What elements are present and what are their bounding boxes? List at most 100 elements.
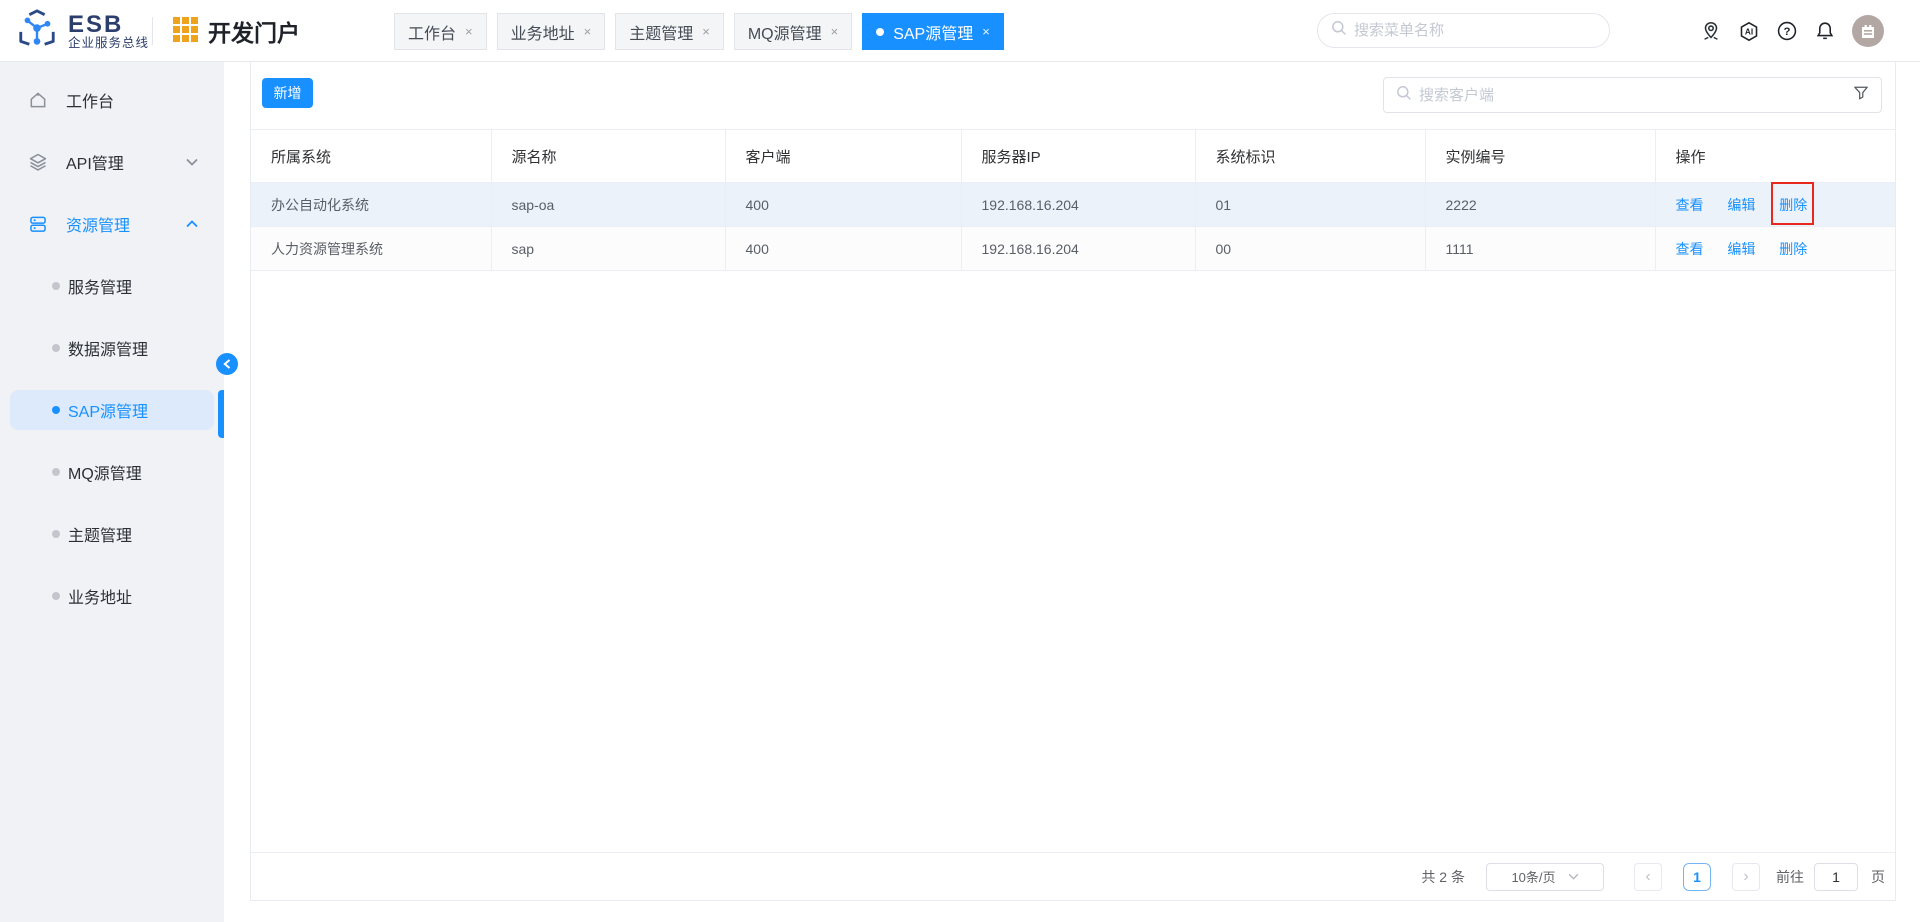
sap-source-table: 所属系统 源名称 客户端 服务器IP 系统标识 实例编号 操作 办公自动化系统 … — [251, 129, 1895, 271]
bullet-icon — [52, 282, 60, 290]
logo-title: ESB — [68, 12, 149, 37]
tab-close-icon[interactable]: × — [831, 24, 839, 39]
cell-system: 人力资源管理系统 — [251, 227, 491, 271]
portal-title: 开发门户 — [172, 0, 300, 62]
cell-instance-no: 2222 — [1425, 183, 1655, 227]
col-client: 客户端 — [725, 130, 961, 183]
tab-label: 主题管理 — [629, 20, 693, 44]
location-icon[interactable] — [1700, 20, 1722, 42]
cell-actions: 查看 编辑 删除 — [1655, 227, 1895, 271]
logo-subtitle: 企业服务总线 — [68, 37, 149, 50]
sidebar-item-workbench[interactable]: 工作台 — [10, 80, 214, 120]
sidebar-item-resource-management[interactable]: 资源管理 — [10, 204, 214, 244]
sidebar-item-api-management[interactable]: API管理 — [10, 142, 214, 182]
bullet-icon — [52, 468, 60, 476]
search-icon — [1396, 85, 1412, 106]
delete-link-label: 删除 — [1779, 197, 1807, 213]
goto-label: 前往 — [1776, 867, 1804, 887]
table-row: 人力资源管理系统 sap 400 192.168.16.204 00 1111 … — [251, 227, 1895, 271]
filter-icon[interactable] — [1853, 85, 1869, 106]
cell-system: 办公自动化系统 — [251, 183, 491, 227]
goto-page-input[interactable] — [1814, 863, 1858, 891]
app-logo: ESB 企业服务总线 — [16, 0, 149, 62]
sidebar-item-label: 业务地址 — [68, 584, 132, 608]
client-search-box[interactable] — [1383, 77, 1882, 113]
esb-network-icon — [16, 8, 58, 55]
layers-icon — [28, 152, 48, 172]
table-toolbar: 新增 — [251, 62, 1895, 129]
active-dot-icon — [876, 28, 884, 36]
tab-close-icon[interactable]: × — [702, 24, 710, 39]
next-page-button[interactable]: › — [1732, 863, 1760, 891]
sidebar-item-label: 数据源管理 — [68, 336, 148, 360]
prev-page-button[interactable]: ‹ — [1634, 863, 1662, 891]
cell-system-id: 01 — [1195, 183, 1425, 227]
chevron-up-icon — [186, 220, 198, 228]
bullet-icon — [52, 530, 60, 538]
tab-business-address[interactable]: 业务地址 × — [497, 13, 606, 50]
sidebar-collapse-button[interactable] — [216, 353, 238, 375]
delete-link[interactable]: 删除 — [1779, 241, 1807, 257]
tab-close-icon[interactable]: × — [465, 24, 473, 39]
sidebar-item-business-address[interactable]: 业务地址 — [10, 576, 214, 616]
bell-icon[interactable] — [1814, 20, 1836, 42]
svg-text:?: ? — [1784, 26, 1791, 38]
avatar[interactable] — [1852, 15, 1884, 47]
sidebar-item-label: 服务管理 — [68, 274, 132, 298]
client-search-input[interactable] — [1419, 87, 1846, 104]
cell-client: 400 — [725, 227, 961, 271]
total-count: 共 2 条 — [1421, 867, 1465, 887]
cell-server-ip: 192.168.16.204 — [961, 227, 1195, 271]
ai-icon[interactable]: AI — [1738, 20, 1760, 42]
menu-search-input[interactable] — [1354, 22, 1596, 39]
current-page-button[interactable]: 1 — [1683, 863, 1711, 891]
sidebar-item-topic-management[interactable]: 主题管理 — [10, 514, 214, 554]
open-tabs-bar: 工作台 × 业务地址 × 主题管理 × MQ源管理 × SAP源管理 × — [394, 13, 1004, 50]
table-header-row: 所属系统 源名称 客户端 服务器IP 系统标识 实例编号 操作 — [251, 130, 1895, 183]
grid-icon — [172, 16, 198, 47]
sidebar-item-service-management[interactable]: 服务管理 — [10, 266, 214, 306]
sidebar-item-sap-source-active[interactable]: SAP源管理 — [10, 390, 214, 430]
col-actions: 操作 — [1655, 130, 1895, 183]
home-icon — [28, 90, 48, 110]
col-instance-no: 实例编号 — [1425, 130, 1655, 183]
add-button[interactable]: 新增 — [262, 78, 313, 108]
sidebar-item-label: 工作台 — [66, 88, 114, 112]
pagination-bar: 共 2 条 10条/页 ‹ 1 › 前往 页 — [251, 852, 1895, 900]
tab-label: 工作台 — [408, 20, 456, 44]
tab-label: 业务地址 — [511, 20, 575, 44]
tab-topic-management[interactable]: 主题管理 × — [615, 13, 724, 50]
sidebar-item-datasource-management[interactable]: 数据源管理 — [10, 328, 214, 368]
portal-name: 开发门户 — [208, 14, 300, 48]
edit-link[interactable]: 编辑 — [1727, 241, 1755, 257]
col-source-name: 源名称 — [491, 130, 725, 183]
help-icon[interactable]: ? — [1776, 20, 1798, 42]
sidebar-item-label: 主题管理 — [68, 522, 132, 546]
sidebar-item-label: SAP源管理 — [68, 398, 148, 422]
page-size-select[interactable]: 10条/页 — [1486, 863, 1604, 891]
cell-source-name: sap-oa — [491, 183, 725, 227]
chevron-down-icon — [186, 158, 198, 166]
menu-search-box[interactable] — [1317, 13, 1610, 48]
cell-client: 400 — [725, 183, 961, 227]
edit-link[interactable]: 编辑 — [1727, 197, 1755, 213]
view-link[interactable]: 查看 — [1676, 241, 1704, 257]
svg-text:AI: AI — [1745, 27, 1753, 36]
bullet-icon — [52, 344, 60, 352]
tab-close-icon[interactable]: × — [584, 24, 592, 39]
top-header: ESB 企业服务总线 开发门户 工作台 × 业务地址 × 主题管理 — [0, 0, 1920, 62]
col-system: 所属系统 — [251, 130, 491, 183]
col-server-ip: 服务器IP — [961, 130, 1195, 183]
tab-sap-source-active[interactable]: SAP源管理 × — [862, 13, 1004, 50]
col-system-id: 系统标识 — [1195, 130, 1425, 183]
tab-mq-source[interactable]: MQ源管理 × — [734, 13, 852, 50]
view-link[interactable]: 查看 — [1676, 197, 1704, 213]
sidebar-item-label: MQ源管理 — [68, 460, 142, 484]
sidebar-item-mq-source[interactable]: MQ源管理 — [10, 452, 214, 492]
tab-label: MQ源管理 — [748, 20, 822, 44]
delete-link[interactable]: 删除 — [1779, 195, 1807, 215]
tab-workbench[interactable]: 工作台 × — [394, 13, 487, 50]
table-row: 办公自动化系统 sap-oa 400 192.168.16.204 01 222… — [251, 183, 1895, 227]
tab-close-icon[interactable]: × — [982, 24, 990, 39]
tab-label: SAP源管理 — [893, 20, 973, 44]
